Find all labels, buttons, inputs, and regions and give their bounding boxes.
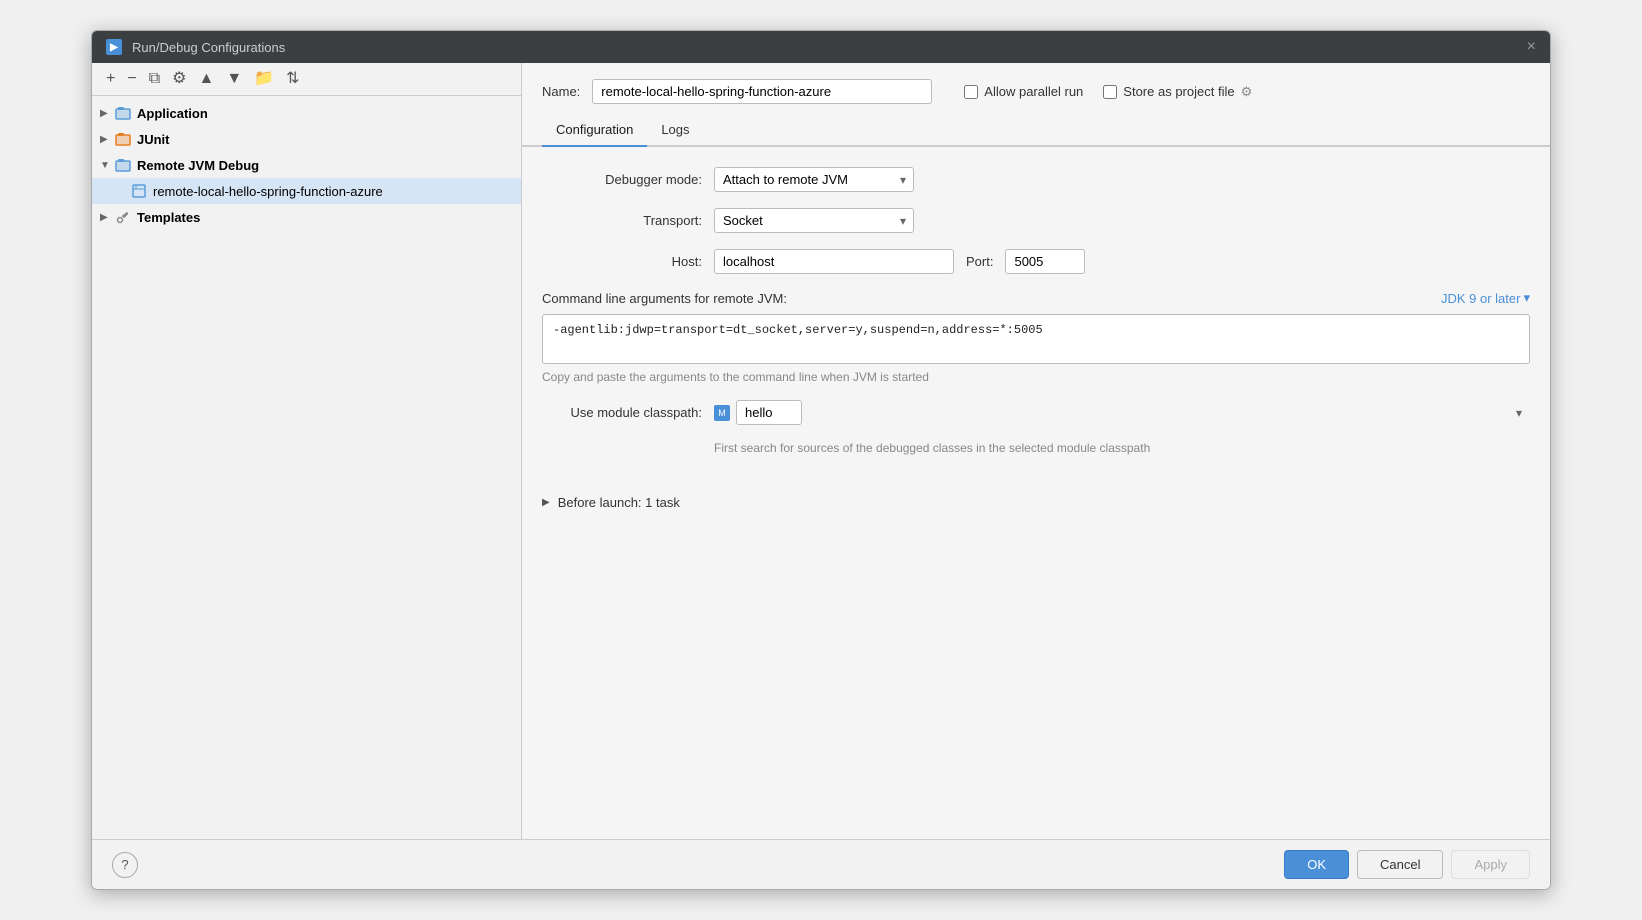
remote-jvm-label: Remote JVM Debug — [137, 158, 259, 173]
module-select-outer: hello — [736, 400, 1530, 425]
debugger-mode-select-wrap: Attach to remote JVM Listen to remote JV… — [714, 167, 914, 192]
config-tree: ▶ Application ▶ — [92, 96, 521, 839]
title-bar: ▶ Run/Debug Configurations × — [92, 31, 1550, 63]
debugger-mode-select[interactable]: Attach to remote JVM Listen to remote JV… — [714, 167, 914, 192]
allow-parallel-checkbox[interactable] — [964, 85, 978, 99]
transport-row: Transport: Socket Shared memory — [542, 208, 1530, 233]
sort-button[interactable]: ⇅ — [282, 69, 303, 89]
host-label: Host: — [542, 254, 702, 269]
port-input[interactable] — [1005, 249, 1085, 274]
no-arrow — [116, 186, 130, 197]
before-launch-arrow: ▶ — [542, 497, 550, 508]
junit-label: JUnit — [137, 132, 170, 147]
move-down-button[interactable]: ▼ — [222, 69, 246, 89]
cmd-args-value: -agentlib:jdwp=transport=dt_socket,serve… — [553, 323, 1043, 337]
module-icon: M — [714, 405, 730, 421]
arrow-icon: ▶ — [100, 134, 114, 145]
module-classpath-label: Use module classpath: — [542, 405, 702, 420]
before-launch-row[interactable]: ▶ Before launch: 1 task — [542, 495, 1530, 510]
app-icon: ▶ — [106, 39, 122, 55]
before-launch-label: Before launch: 1 task — [558, 495, 680, 510]
bottom-bar: ? OK Cancel Apply — [92, 839, 1550, 889]
move-up-button[interactable]: ▲ — [194, 69, 218, 89]
cmd-args-header: Command line arguments for remote JVM: J… — [542, 290, 1530, 306]
debugger-mode-row: Debugger mode: Attach to remote JVM List… — [542, 167, 1530, 192]
right-panel: Name: Allow parallel run Store as projec… — [522, 63, 1550, 839]
tab-content: Debugger mode: Attach to remote JVM List… — [522, 147, 1550, 839]
port-label: Port: — [966, 254, 993, 269]
module-classpath-row: Use module classpath: M hello — [542, 400, 1530, 425]
name-label: Name: — [542, 84, 580, 99]
tree-item-templates[interactable]: ▶ Templates — [92, 204, 521, 230]
transport-label: Transport: — [542, 213, 702, 228]
tree-item-application[interactable]: ▶ Application — [92, 100, 521, 126]
name-input[interactable] — [592, 79, 932, 104]
main-area: + − ⧉ ⚙ ▲ ▼ 📁 ⇅ ▶ — [92, 63, 1550, 839]
transport-select[interactable]: Socket Shared memory — [714, 208, 914, 233]
arrow-expanded-icon: ▼ — [100, 160, 114, 171]
arrow-icon: ▶ — [100, 212, 114, 223]
toolbar: + − ⧉ ⚙ ▲ ▼ 📁 ⇅ — [92, 63, 521, 96]
store-project-settings-icon[interactable]: ⚙ — [1241, 84, 1253, 100]
module-classpath-hint: First search for sources of the debugged… — [714, 441, 1530, 455]
tree-item-config[interactable]: remote-local-hello-spring-function-azure — [92, 178, 521, 204]
application-label: Application — [137, 106, 208, 121]
left-panel: + − ⧉ ⚙ ▲ ▼ 📁 ⇅ ▶ — [92, 63, 522, 839]
folder-app-icon — [114, 104, 132, 122]
cmd-args-box: -agentlib:jdwp=transport=dt_socket,serve… — [542, 314, 1530, 364]
close-button[interactable]: × — [1527, 39, 1536, 55]
jdk-link-chevron: ▾ — [1523, 290, 1530, 306]
jdk-link-text: JDK 9 or later — [1441, 291, 1520, 306]
name-row: Name: Allow parallel run Store as projec… — [522, 63, 1550, 114]
tree-item-junit[interactable]: ▶ JUnit — [92, 126, 521, 152]
arrow-icon: ▶ — [100, 108, 114, 119]
run-debug-dialog: ▶ Run/Debug Configurations × + − ⧉ ⚙ ▲ ▼… — [91, 30, 1551, 890]
templates-label: Templates — [137, 210, 200, 225]
debugger-mode-label: Debugger mode: — [542, 172, 702, 187]
module-select[interactable]: hello — [736, 400, 802, 425]
store-project-checkbox[interactable] — [1103, 85, 1117, 99]
help-button[interactable]: ? — [112, 852, 138, 878]
allow-parallel-checkbox-item: Allow parallel run — [964, 84, 1083, 99]
jdk-link[interactable]: JDK 9 or later ▾ — [1441, 290, 1530, 306]
folder-jvmdebug-icon — [114, 156, 132, 174]
module-select-wrap: M hello — [714, 400, 1530, 425]
tree-item-remote-jvm[interactable]: ▼ Remote JVM Debug — [92, 152, 521, 178]
folder-button[interactable]: 📁 — [250, 69, 278, 89]
cmd-args-hint: Copy and paste the arguments to the comm… — [542, 370, 1530, 384]
tab-logs[interactable]: Logs — [647, 114, 703, 147]
config-item-label: remote-local-hello-spring-function-azure — [153, 184, 383, 199]
config-icon — [130, 182, 148, 200]
store-project-checkbox-item: Store as project file ⚙ — [1103, 84, 1252, 100]
cmd-args-section: Command line arguments for remote JVM: J… — [542, 290, 1530, 384]
store-project-label: Store as project file — [1123, 84, 1234, 99]
copy-button[interactable]: ⧉ — [145, 69, 164, 89]
tabs-row: Configuration Logs — [522, 114, 1550, 147]
settings-button[interactable]: ⚙ — [168, 69, 190, 89]
allow-parallel-label: Allow parallel run — [984, 84, 1083, 99]
transport-select-wrap: Socket Shared memory — [714, 208, 914, 233]
apply-button[interactable]: Apply — [1451, 850, 1530, 879]
remove-button[interactable]: − — [123, 69, 140, 89]
add-button[interactable]: + — [102, 69, 119, 89]
cmd-args-label: Command line arguments for remote JVM: — [542, 291, 787, 306]
host-input[interactable] — [714, 249, 954, 274]
folder-junit-icon — [114, 130, 132, 148]
tab-configuration[interactable]: Configuration — [542, 114, 647, 147]
wrench-icon — [114, 208, 132, 226]
before-launch-area: ▶ Before launch: 1 task — [542, 495, 1530, 510]
cancel-button[interactable]: Cancel — [1357, 850, 1443, 879]
host-port-row: Host: Port: — [542, 249, 1530, 274]
ok-button[interactable]: OK — [1284, 850, 1349, 879]
checkboxes-area: Allow parallel run Store as project file… — [964, 84, 1252, 100]
dialog-title: Run/Debug Configurations — [132, 40, 285, 55]
